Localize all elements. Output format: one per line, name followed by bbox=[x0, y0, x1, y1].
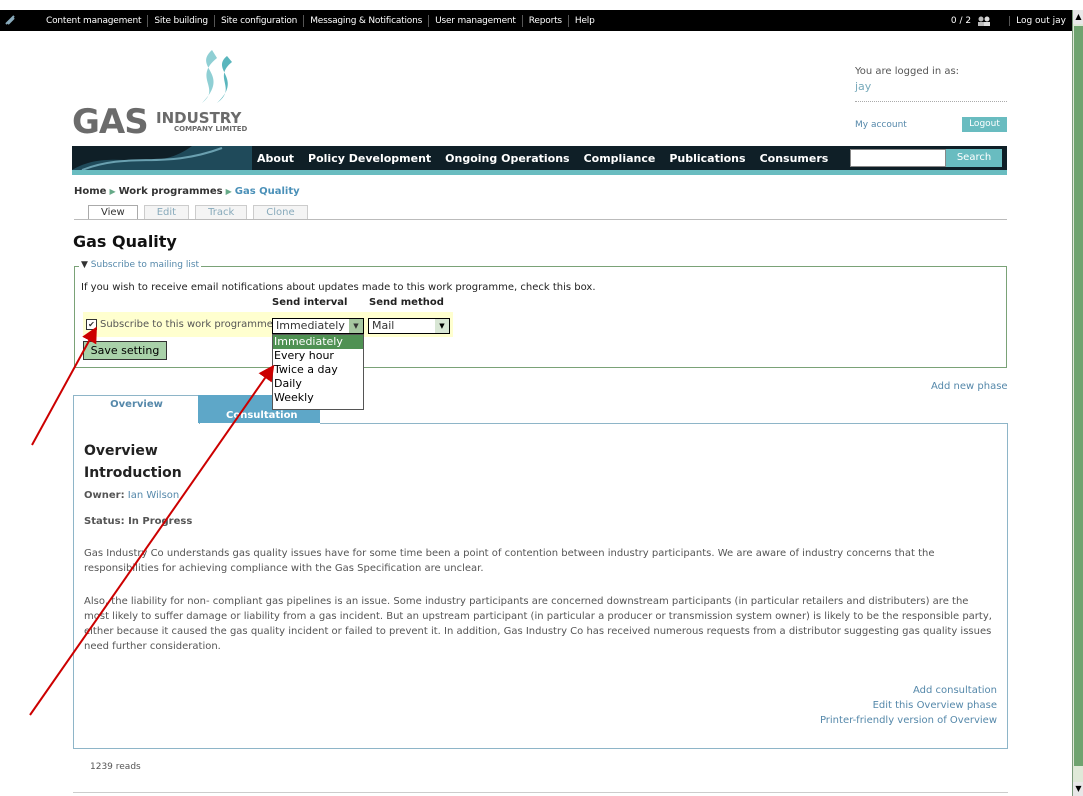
tab-clone[interactable]: Clone bbox=[253, 205, 308, 220]
search-button[interactable]: Search bbox=[946, 149, 1002, 167]
printer-friendly-link[interactable]: Printer-friendly version of Overview bbox=[820, 713, 997, 728]
logo-gas-text: GAS bbox=[72, 102, 149, 142]
local-tabs: View Edit Track Clone bbox=[88, 205, 314, 220]
edit-phase-link[interactable]: Edit this Overview phase bbox=[820, 698, 997, 713]
admin-menu-users[interactable]: User management bbox=[429, 14, 523, 27]
admin-right: 0 / 2 Log out jay bbox=[945, 10, 1072, 31]
logo-company-text: COMPANY LIMITED bbox=[174, 125, 248, 133]
login-block: You are logged in as: jay My account Log… bbox=[855, 66, 1007, 132]
interval-option[interactable]: Weekly bbox=[273, 391, 363, 405]
content-subheading: Introduction bbox=[84, 465, 182, 481]
collapse-triangle-icon[interactable]: ▼ bbox=[81, 260, 91, 270]
logged-in-label: You are logged in as: bbox=[855, 66, 960, 77]
paragraph: Also, the liability for non- compliant g… bbox=[84, 596, 992, 652]
admin-menu-reports[interactable]: Reports bbox=[523, 14, 569, 27]
tabs-divider bbox=[74, 219, 1007, 220]
admin-logout-link[interactable]: Log out jay bbox=[1009, 15, 1072, 26]
chevron-down-icon[interactable]: ▼ bbox=[435, 319, 449, 333]
interval-option[interactable]: Twice a day bbox=[273, 363, 363, 377]
phase-links: Add consultation Edit this Overview phas… bbox=[820, 683, 997, 728]
send-interval-select[interactable]: Immediately ▼ bbox=[272, 318, 364, 334]
subscribe-legend-label: Subscribe to mailing list bbox=[90, 260, 200, 270]
nav-underline bbox=[72, 170, 1007, 175]
admin-menu-messaging[interactable]: Messaging & Notifications bbox=[304, 14, 430, 27]
phase-tab-overview[interactable]: Overview bbox=[73, 395, 200, 424]
my-account-link[interactable]: My account bbox=[855, 120, 907, 130]
subscribe-legend[interactable]: ▼ Subscribe to mailing list bbox=[79, 260, 202, 270]
owner-label: Owner: bbox=[84, 490, 125, 501]
nav-item-operations[interactable]: Ongoing Operations bbox=[445, 152, 569, 165]
vertical-scrollbar[interactable]: ▲ ▼ bbox=[1072, 10, 1083, 796]
users-icon bbox=[978, 16, 991, 26]
nav-links: About Policy Development Ongoing Operati… bbox=[257, 146, 842, 170]
scrollbar-thumb[interactable] bbox=[1074, 26, 1083, 766]
paragraph: Gas Industry Co understands gas quality … bbox=[84, 548, 935, 574]
interval-option[interactable]: Daily bbox=[273, 377, 363, 391]
send-method-select[interactable]: Mail ▼ bbox=[368, 318, 450, 334]
breadcrumb-section[interactable]: Work programmes bbox=[119, 186, 223, 197]
breadcrumb: Home ▶ Work programmes ▶ Gas Quality bbox=[74, 186, 300, 197]
admin-menu-site-config[interactable]: Site configuration bbox=[215, 14, 305, 27]
content-top-border bbox=[320, 423, 1007, 424]
send-interval-dropdown: Immediately Every hour Twice a day Daily… bbox=[272, 334, 364, 410]
breadcrumb-home[interactable]: Home bbox=[74, 186, 106, 197]
admin-menu-content[interactable]: Content management bbox=[40, 14, 149, 27]
breadcrumb-current[interactable]: Gas Quality bbox=[235, 186, 300, 197]
subscribe-checkbox[interactable]: ✔ bbox=[86, 319, 97, 330]
add-consultation-link[interactable]: Add consultation bbox=[820, 683, 997, 698]
admin-toolbar: Content management Site building Site co… bbox=[0, 10, 1072, 31]
tab-edit[interactable]: Edit bbox=[143, 205, 190, 220]
nav-item-policy[interactable]: Policy Development bbox=[308, 152, 431, 165]
subscribe-description: If you wish to receive email notificatio… bbox=[81, 282, 596, 293]
save-setting-button[interactable]: Save setting bbox=[83, 341, 167, 360]
search-input[interactable] bbox=[850, 149, 946, 167]
nav-item-publications[interactable]: Publications bbox=[669, 152, 745, 165]
nav-item-consumers[interactable]: Consumers bbox=[760, 152, 829, 165]
nav-item-compliance[interactable]: Compliance bbox=[584, 152, 656, 165]
footer-divider bbox=[73, 792, 1008, 793]
admin-menu-site-building[interactable]: Site building bbox=[148, 14, 215, 27]
admin-menu-help[interactable]: Help bbox=[569, 15, 601, 27]
breadcrumb-arrow-icon: ▶ bbox=[225, 187, 232, 196]
read-count: 1239 reads bbox=[90, 762, 141, 772]
login-divider bbox=[855, 101, 1007, 102]
scroll-up-icon[interactable]: ▲ bbox=[1073, 10, 1083, 24]
breadcrumb-arrow-icon: ▶ bbox=[109, 187, 116, 196]
tab-view[interactable]: View bbox=[88, 205, 138, 220]
main-navigation: About Policy Development Ongoing Operati… bbox=[72, 146, 1007, 170]
content-heading: Overview bbox=[84, 443, 158, 459]
chevron-down-icon[interactable]: ▼ bbox=[349, 319, 363, 333]
logout-button[interactable]: Logout bbox=[962, 117, 1007, 132]
owner-line: Owner: Ian Wilson bbox=[84, 490, 179, 501]
user-counter: 0 / 2 bbox=[950, 15, 972, 26]
send-method-value: Mail bbox=[372, 319, 395, 332]
send-interval-header: Send interval bbox=[272, 297, 348, 308]
add-new-phase-link[interactable]: Add new phase bbox=[931, 381, 1008, 392]
flame-logo-icon bbox=[202, 50, 232, 103]
send-interval-value: Immediately bbox=[276, 319, 345, 332]
interval-option[interactable]: Every hour bbox=[273, 349, 363, 363]
site-logo[interactable]: GAS INDUSTRY COMPANY LIMITED bbox=[72, 48, 272, 148]
owner-name-link[interactable]: Ian Wilson bbox=[128, 490, 179, 501]
status-line: Status: In Progress bbox=[84, 516, 193, 527]
subscribe-checkbox-label[interactable]: Subscribe to this work programme bbox=[100, 319, 273, 330]
nav-swirl-decoration bbox=[72, 146, 252, 170]
logged-in-user[interactable]: jay bbox=[855, 80, 1007, 93]
nav-item-about[interactable]: About bbox=[257, 152, 294, 165]
page-title: Gas Quality bbox=[73, 232, 177, 251]
scroll-down-icon[interactable]: ▼ bbox=[1073, 782, 1083, 796]
interval-option[interactable]: Immediately bbox=[273, 335, 363, 349]
admin-menu: Content management Site building Site co… bbox=[40, 10, 601, 31]
send-method-header: Send method bbox=[369, 297, 444, 308]
tab-track[interactable]: Track bbox=[195, 205, 248, 220]
drupal-logo-icon[interactable] bbox=[4, 14, 16, 26]
